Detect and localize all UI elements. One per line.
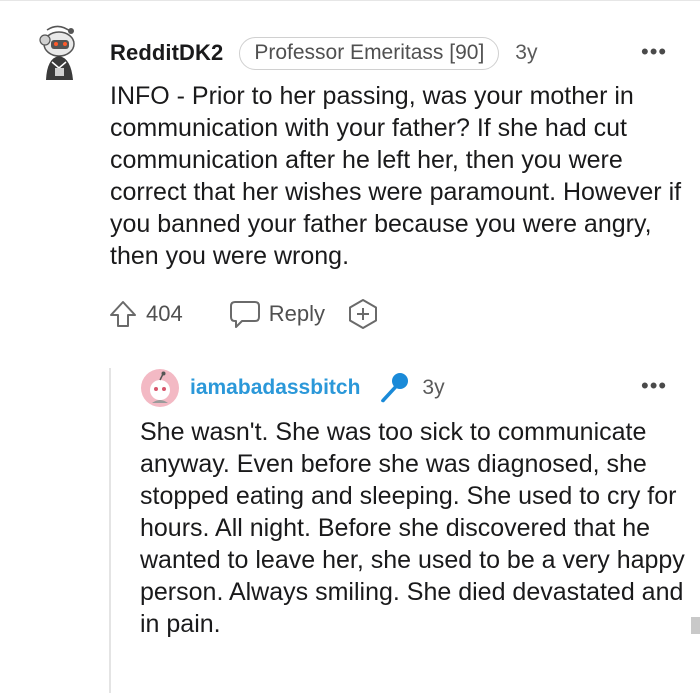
vote-count: 404: [146, 301, 183, 326]
upvote-button[interactable]: 404: [108, 299, 183, 329]
snoo-avatar-icon[interactable]: [35, 22, 85, 82]
reply-bubble-icon: [229, 301, 260, 328]
timestamp: 3y: [515, 41, 538, 64]
comment-body: INFO - Prior to her passing, was your mo…: [110, 82, 682, 270]
thread-line[interactable]: [109, 368, 111, 693]
microphone-icon: [381, 373, 409, 403]
reply-button[interactable]: Reply: [229, 299, 325, 329]
award-icon[interactable]: [347, 298, 379, 330]
username[interactable]: RedditDK2: [110, 40, 223, 66]
more-options-icon[interactable]: •••: [641, 375, 667, 397]
reply-comment-header: iamabadassbitch 3y: [190, 370, 445, 406]
more-options-icon[interactable]: •••: [641, 41, 667, 63]
comment-action-bar: 404 Reply: [108, 297, 379, 331]
upvote-arrow-icon: [110, 301, 136, 327]
reply-label: Reply: [268, 301, 325, 326]
username[interactable]: iamabadassbitch: [190, 376, 360, 400]
comment-body: She wasn't. She was too sick to communic…: [140, 418, 685, 638]
parent-comment-header: RedditDK2 Professor Emeritass [90] 3y: [110, 36, 537, 70]
comment-thread-page: RedditDK2 Professor Emeritass [90] 3y ••…: [0, 0, 700, 693]
timestamp: 3y: [422, 376, 445, 399]
user-flair: Professor Emeritass [90]: [239, 36, 500, 70]
snoo-avatar-icon[interactable]: [141, 369, 179, 407]
top-divider: [0, 0, 700, 1]
scrollbar[interactable]: [691, 617, 700, 634]
